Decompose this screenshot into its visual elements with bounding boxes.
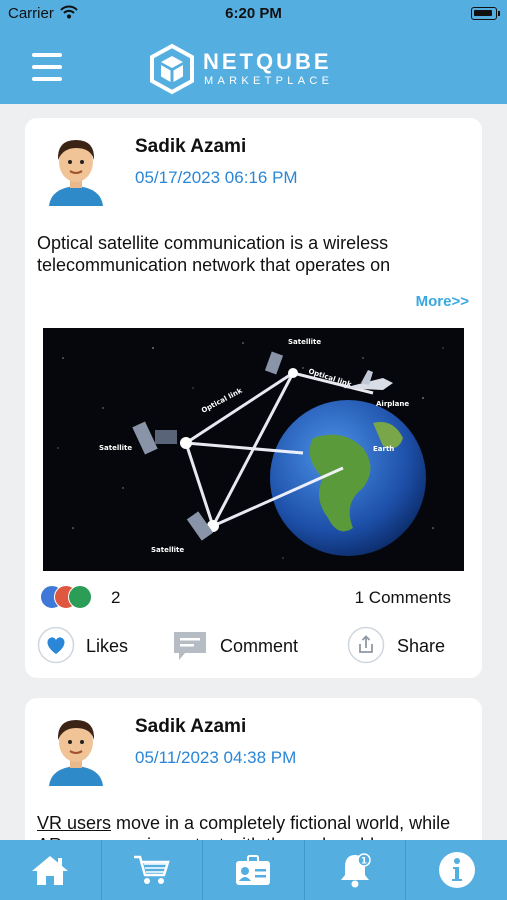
post-actions: Likes Comment Share: [25, 626, 482, 668]
heart-icon: [37, 626, 75, 664]
tab-profile[interactable]: [203, 840, 305, 900]
status-bar: Carrier 6:20 PM: [0, 0, 507, 28]
more-link[interactable]: More>>: [416, 293, 469, 310]
hamburger-menu-icon[interactable]: [32, 53, 62, 81]
post-date: 05/17/2023 06:16 PM: [135, 168, 298, 187]
tab-notifications[interactable]: 1: [305, 840, 407, 900]
image-label-earth: Earth: [373, 445, 394, 453]
comments-count[interactable]: 1 Comments: [355, 588, 451, 608]
battery-icon: [471, 7, 500, 20]
post-text-link[interactable]: VR users: [37, 813, 111, 833]
comment-label: Comment: [220, 636, 299, 656]
share-button[interactable]: Share: [347, 626, 467, 666]
share-icon: [347, 626, 385, 664]
brand-subtitle: MARKETPLACE: [204, 75, 334, 87]
comment-icon: [174, 632, 206, 660]
avatar[interactable]: [41, 710, 111, 786]
app-header: NETQUBE MARKETPLACE: [0, 28, 507, 104]
netqube-logo: NETQUBE MARKETPLACE: [148, 43, 368, 95]
like-button[interactable]: Likes: [37, 626, 157, 666]
tab-home[interactable]: [0, 840, 102, 900]
post-author[interactable]: Sadik Azami: [135, 716, 246, 738]
share-label: Share: [397, 636, 446, 656]
post-feed[interactable]: Sadik Azami 05/17/2023 06:16 PM Optical …: [0, 104, 507, 840]
cube-logo-icon: [150, 43, 194, 95]
post-card: Sadik Azami 05/17/2023 06:16 PM Optical …: [25, 118, 482, 678]
image-label-airplane: Airplane: [376, 400, 409, 408]
brand-title: NETQUBE: [203, 49, 332, 74]
post-author[interactable]: Sadik Azami: [135, 136, 246, 158]
cart-icon: [133, 855, 170, 884]
care-reaction-icon: [68, 585, 92, 609]
image-label-satellite-bottom: Satellite: [151, 546, 184, 554]
post-text: Optical satellite communication is a wir…: [37, 233, 391, 275]
home-icon: [32, 856, 69, 885]
post-date: 05/11/2023 04:38 PM: [135, 748, 297, 767]
status-time: 6:20 PM: [225, 5, 282, 22]
post-image[interactable]: Satellite Optical link Optical link Airp…: [43, 328, 464, 571]
id-card-icon: [236, 855, 271, 885]
like-label: Likes: [86, 636, 129, 656]
reaction-count[interactable]: 2: [111, 588, 120, 608]
tab-cart[interactable]: [102, 840, 204, 900]
image-label-satellite-top: Satellite: [288, 338, 321, 346]
bottom-tab-bar: 1: [0, 840, 507, 900]
tab-info[interactable]: [406, 840, 507, 900]
info-icon: [438, 852, 475, 888]
notification-badge: 1: [361, 857, 367, 867]
post-text: VR users move in a completely fictional …: [37, 812, 467, 840]
bell-icon: 1: [341, 853, 371, 888]
image-label-satellite-left: Satellite: [99, 444, 132, 452]
avatar[interactable]: [41, 130, 111, 206]
comment-button[interactable]: Comment: [171, 626, 311, 666]
post-card: Sadik Azami 05/11/2023 04:38 PM VR users…: [25, 698, 482, 840]
